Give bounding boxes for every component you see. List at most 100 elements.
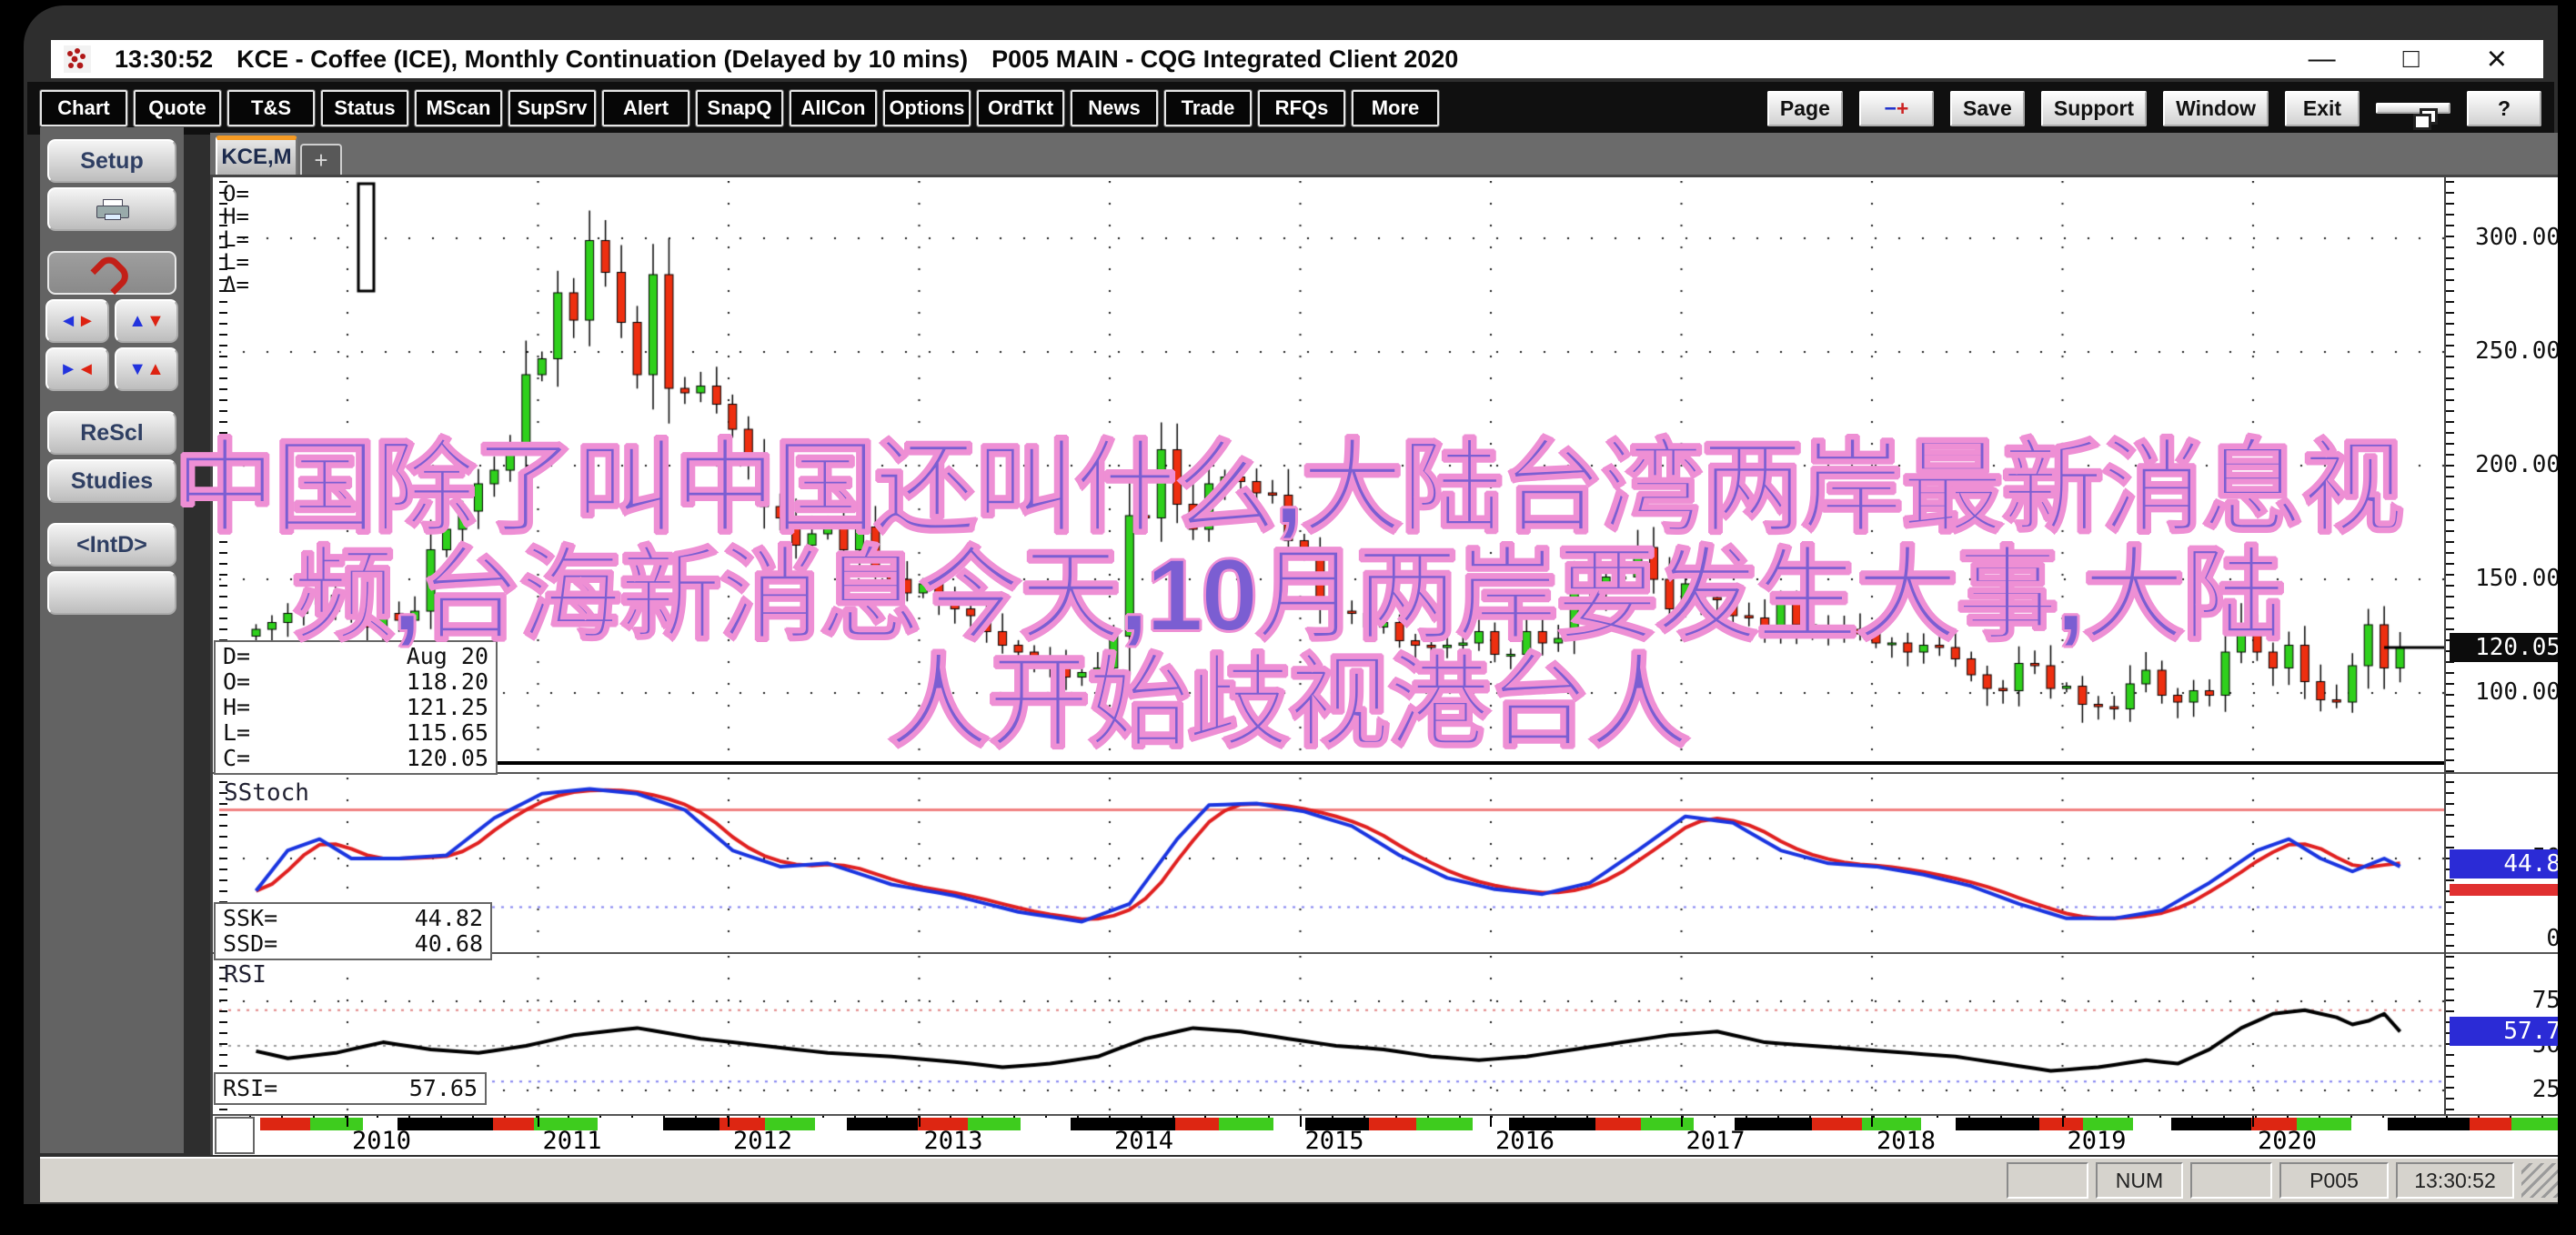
- chart-widget: O= H= L= L= Δ= D= Aug 20 O= 118.20 H= 121.25 L= 115…: [210, 175, 2558, 1155]
- cursor-ohlc-readout: O= H= L= L= Δ=: [223, 183, 249, 296]
- compress-horizontal-icon: ►◄: [59, 359, 96, 379]
- magnet-button[interactable]: [47, 251, 176, 295]
- status-cell-p005: P005: [2279, 1162, 2389, 1199]
- strip-segment: [1735, 1118, 1812, 1130]
- minimize-icon[interactable]: —: [2309, 45, 2336, 73]
- obscured-button[interactable]: [47, 571, 176, 615]
- year-label: 2010: [352, 1127, 412, 1155]
- strip-segment: [1956, 1118, 2039, 1130]
- toolbar-button-rfqs[interactable]: RFQs: [1257, 89, 1346, 127]
- strip-segment: [2511, 1118, 2558, 1130]
- rsi-panel-canvas[interactable]: [219, 956, 2444, 1114]
- toolbar-button-ordtkt[interactable]: OrdTkt: [976, 89, 1065, 127]
- year-label: 2019: [2067, 1127, 2127, 1155]
- year-label: 2020: [2258, 1127, 2318, 1155]
- app-window: 13:30:52 KCE - Coffee (ICE), Monthly Con…: [24, 5, 2558, 1204]
- price-scale-label: 300.00: [2475, 224, 2558, 251]
- compress-vertical-button[interactable]: ▼▲: [115, 347, 178, 391]
- rsi-panel-label: RSI: [224, 961, 267, 989]
- stoch-panel-label: SStoch: [224, 779, 309, 807]
- strip-segment: [2133, 1118, 2171, 1130]
- rescale-button[interactable]: ReScl: [47, 411, 176, 455]
- price-panel-bottom-line: [219, 761, 2444, 765]
- toolbar-button-more[interactable]: More: [1351, 89, 1440, 127]
- window-controls: — □ ×: [2309, 40, 2507, 78]
- stoch-scale-label: 0: [2546, 925, 2558, 952]
- toolbar-button-status[interactable]: Status: [320, 89, 409, 127]
- maximize-icon[interactable]: □: [2403, 45, 2420, 73]
- swap-horizontal-button[interactable]: ◄►: [45, 299, 109, 343]
- cursor-label: L=: [223, 249, 249, 275]
- toolbar-button-mscan[interactable]: MScan: [414, 89, 503, 127]
- bar-info-row: L= 115.65: [223, 719, 488, 746]
- title-time: 13:30:52: [115, 45, 214, 73]
- toolbar-button-allcon[interactable]: AllCon: [789, 89, 878, 127]
- strip-segment: [1175, 1118, 1219, 1130]
- bar-info-row: H= 121.25: [223, 694, 488, 720]
- chart-tabstrip: KCE,M +: [210, 133, 2558, 175]
- help-button[interactable]: ?: [2467, 90, 2541, 126]
- screenshot-root: 13:30:52 KCE - Coffee (ICE), Monthly Con…: [0, 0, 2576, 1235]
- strip-segment: [1812, 1118, 1862, 1130]
- toolbar-button-trade[interactable]: Trade: [1163, 89, 1253, 127]
- zoom-minus-plus-button[interactable]: −+: [1858, 90, 1934, 126]
- year-tick: [918, 1116, 921, 1127]
- tab-kce-m[interactable]: KCE,M: [216, 136, 297, 175]
- rsi-infobox: RSI= 57.65: [214, 1072, 487, 1105]
- toolbar-button-news[interactable]: News: [1070, 89, 1159, 127]
- close-icon[interactable]: ×: [2487, 42, 2507, 76]
- strip-segment: [2388, 1118, 2470, 1130]
- toolbar-button-snapq[interactable]: SnapQ: [695, 89, 784, 127]
- year-label: 2017: [1685, 1127, 1746, 1155]
- stochastic-panel-canvas[interactable]: [219, 778, 2444, 950]
- toolbar-button-ts[interactable]: T&S: [226, 89, 316, 127]
- year-label: 2013: [923, 1127, 983, 1155]
- save-button[interactable]: Save: [1949, 90, 2025, 126]
- toolbar-button-chart[interactable]: Chart: [39, 89, 128, 127]
- print-button[interactable]: [47, 187, 176, 231]
- status-cell-empty: [2190, 1162, 2272, 1199]
- toolbar-button-alert[interactable]: Alert: [601, 89, 690, 127]
- strip-segment: [1416, 1118, 1473, 1130]
- cursor-label: L=: [223, 226, 249, 252]
- add-tab-button[interactable]: +: [300, 144, 342, 175]
- bar-info-row: C= 120.05: [223, 745, 488, 771]
- strip-segment: [598, 1118, 663, 1130]
- title-session: P005 MAIN - CQG Integrated Client 2020: [991, 45, 1459, 73]
- year-label: 2012: [733, 1127, 793, 1155]
- printer-icon: [96, 199, 129, 220]
- interval-day-button[interactable]: <IntD>: [47, 523, 176, 567]
- year-tick: [1109, 1116, 1111, 1127]
- rsi-info-row: RSI= 57.65: [223, 1075, 478, 1101]
- strip-segment: [2351, 1118, 2388, 1130]
- support-button[interactable]: Support: [2040, 90, 2148, 126]
- swap-vertical-button[interactable]: ▲▼: [115, 299, 178, 343]
- price-panel-canvas[interactable]: [219, 181, 2444, 761]
- window-button[interactable]: Window: [2163, 90, 2269, 126]
- resize-grip-icon[interactable]: [2521, 1163, 2558, 1198]
- cursor-label: Δ=: [223, 272, 249, 297]
- exit-button[interactable]: Exit: [2285, 90, 2360, 126]
- last-price-badge: 120.05: [2450, 633, 2558, 662]
- title-bar: 13:30:52 KCE - Coffee (ICE), Monthly Con…: [51, 40, 2543, 78]
- duplicate-window-button[interactable]: [2376, 103, 2450, 130]
- magnet-icon: [90, 251, 134, 295]
- time-axis: 2010 2011 2012 2013 2014 2015 2016 2017 2018 2019…: [213, 1116, 2558, 1155]
- setup-button[interactable]: Setup: [47, 139, 176, 183]
- compress-horizontal-button[interactable]: ►◄: [45, 347, 109, 391]
- year-tick: [1680, 1116, 1683, 1127]
- axis-corner-box[interactable]: [215, 1117, 255, 1154]
- year-tick: [1299, 1116, 1302, 1127]
- cursor-label: H=: [223, 204, 249, 229]
- year-label: 2016: [1495, 1127, 1555, 1155]
- studies-button[interactable]: Studies: [47, 459, 176, 503]
- toolbar-button-supsrv[interactable]: SupSrv: [508, 89, 597, 127]
- price-scale-label: 250.00: [2475, 337, 2558, 365]
- toolbar-button-options[interactable]: Options: [882, 89, 971, 127]
- page-button[interactable]: Page: [1766, 90, 1843, 126]
- strip-segment: [1021, 1118, 1071, 1130]
- bar-info-row: D= Aug 20: [223, 643, 488, 669]
- strip-segment: [1369, 1118, 1416, 1130]
- toolbar-button-quote[interactable]: Quote: [133, 89, 222, 127]
- year-tick: [2061, 1116, 2064, 1127]
